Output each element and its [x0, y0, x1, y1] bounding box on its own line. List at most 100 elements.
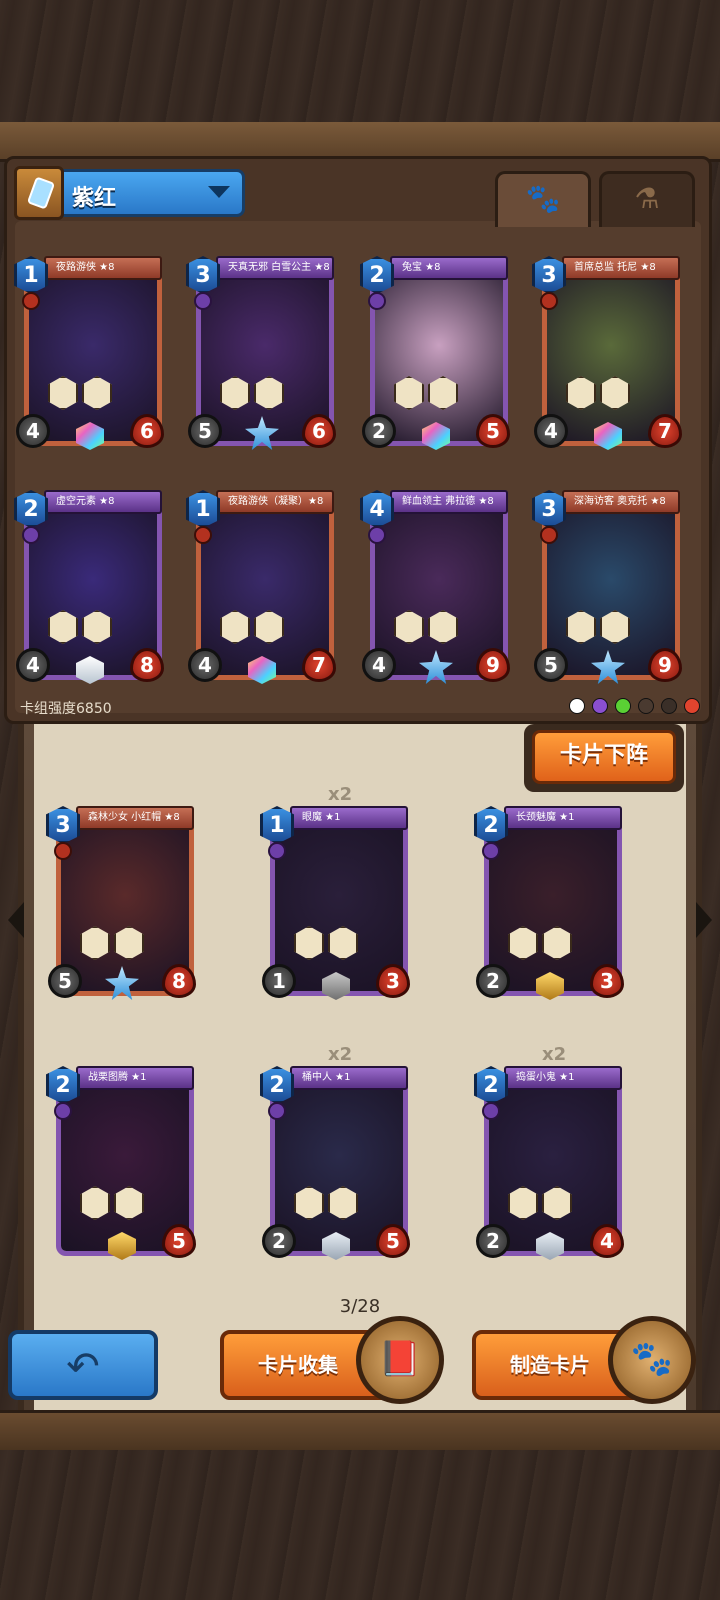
card[interactable]: 捣蛋小鬼 ★1 2 2 4 [474, 1066, 626, 1262]
card-art [375, 501, 503, 675]
attack-value: 5 [534, 648, 568, 682]
skill-icons [508, 1186, 572, 1220]
card-name: 天真无邪 白雪公主 ★8 [216, 256, 334, 280]
card-art [547, 501, 675, 675]
skill-icon [220, 610, 250, 644]
card[interactable]: 鲜血领主 弗拉德 ★8 4 4 9 [360, 490, 512, 686]
tribe-icon [22, 526, 40, 544]
skill-icon [254, 376, 284, 410]
attack-value: 4 [188, 648, 222, 682]
tribe-icon [22, 292, 40, 310]
health-value: 3 [376, 964, 410, 998]
tribe-icon [540, 526, 558, 544]
deck-name: 紫红 [72, 186, 117, 211]
card[interactable]: 桶中人 ★1 2 2 5 [260, 1066, 412, 1262]
skill-icon [114, 1186, 144, 1220]
card[interactable]: 眼魔 ★1 1 1 3 [260, 806, 412, 1002]
paw-potion-icon[interactable]: 🐾 [608, 1316, 696, 1404]
skill-icon [566, 610, 596, 644]
tribe-icon [194, 526, 212, 544]
skill-icon [600, 376, 630, 410]
skill-icon [294, 926, 324, 960]
next-page-icon[interactable] [696, 902, 712, 938]
skill-icon [82, 610, 112, 644]
skill-icons [220, 610, 284, 644]
card[interactable]: 深海访客 奥克托 ★8 3 5 9 [532, 490, 684, 686]
card[interactable]: 战栗图腾 ★1 2 5 [46, 1066, 198, 1262]
health-value: 5 [162, 1224, 196, 1258]
back-button[interactable]: ↶ [8, 1330, 158, 1400]
skill-icon [566, 376, 596, 410]
card[interactable]: 森林少女 小红帽 ★8 3 5 8 [46, 806, 198, 1002]
skill-icon [294, 1186, 324, 1220]
card[interactable]: 兔宝 ★8 2 2 5 [360, 256, 512, 452]
green-tribe-icon[interactable] [615, 698, 631, 714]
neutral-tribe-icon[interactable] [569, 698, 585, 714]
card[interactable]: 长颈魅魔 ★1 2 2 3 [474, 806, 626, 1002]
card-name: 桶中人 ★1 [290, 1066, 408, 1090]
health-value: 8 [130, 648, 164, 682]
card-art [489, 1077, 617, 1251]
skill-icon [328, 926, 358, 960]
health-value: 9 [648, 648, 682, 682]
remove-card-label: 卡片下阵 [532, 730, 676, 784]
health-value: 5 [476, 414, 510, 448]
skill-icons [48, 376, 112, 410]
skill-icon [508, 1186, 538, 1220]
skill-icon [542, 926, 572, 960]
skill-icons [220, 376, 284, 410]
skill-icon [80, 1186, 110, 1220]
paw-icon: 🐾 [525, 182, 561, 215]
card-art [547, 267, 675, 441]
deck-power: 卡组强度6850 [20, 701, 112, 717]
attack-value: 4 [362, 648, 396, 682]
tribe-filter-row [569, 698, 700, 714]
page-indicator: 3/28 [339, 1296, 381, 1317]
skill-icons [294, 926, 358, 960]
tribe-icon [268, 1102, 286, 1120]
card-art [489, 817, 617, 991]
skill-icons [394, 376, 458, 410]
card-art [29, 267, 157, 441]
tribe-icon [368, 526, 386, 544]
remove-card-button[interactable]: 卡片下阵 [524, 724, 684, 792]
fire-tribe-icon[interactable] [684, 698, 700, 714]
health-value: 3 [590, 964, 624, 998]
card-book-icon[interactable]: 📕 [356, 1316, 444, 1404]
card-name: 兔宝 ★8 [390, 256, 508, 280]
card-name: 首席总监 托尼 ★8 [562, 256, 680, 280]
skill-icon [394, 610, 424, 644]
skill-icon [254, 610, 284, 644]
prev-page-icon[interactable] [8, 902, 24, 938]
potion-icon: ⚗ [634, 182, 660, 215]
beast-tribe-icon[interactable] [638, 698, 654, 714]
card-count: x2 [328, 1044, 353, 1065]
card-name: 捣蛋小鬼 ★1 [504, 1066, 622, 1090]
dark-tribe-icon[interactable] [661, 698, 677, 714]
health-value: 6 [302, 414, 336, 448]
purple-tribe-icon[interactable] [592, 698, 608, 714]
card[interactable]: 虚空元素 ★8 2 4 8 [14, 490, 166, 686]
health-value: 7 [302, 648, 336, 682]
card[interactable]: 首席总监 托尼 ★8 3 4 7 [532, 256, 684, 452]
bottom-shelf [0, 1410, 720, 1450]
card-art [201, 501, 329, 675]
skill-icon [600, 610, 630, 644]
chevron-down-icon[interactable] [208, 186, 230, 198]
attack-value: 1 [262, 964, 296, 998]
deck-selector[interactable]: 紫红 [14, 166, 245, 220]
tab-paw[interactable]: 🐾 [495, 171, 591, 227]
card[interactable]: 天真无邪 白雪公主 ★8 3 5 6 [186, 256, 338, 452]
skill-icon [328, 1186, 358, 1220]
card[interactable]: 夜路游侠 ★8 1 4 6 [14, 256, 166, 452]
skill-icon [394, 376, 424, 410]
skill-icon [82, 376, 112, 410]
skill-icon [114, 926, 144, 960]
tab-potion[interactable]: ⚗ [599, 171, 695, 227]
card-art [275, 1077, 403, 1251]
card[interactable]: 夜路游侠（凝聚）★8 1 4 7 [186, 490, 338, 686]
health-value: 9 [476, 648, 510, 682]
card-art [275, 817, 403, 991]
attack-value: 2 [476, 1224, 510, 1258]
card-art [201, 267, 329, 441]
